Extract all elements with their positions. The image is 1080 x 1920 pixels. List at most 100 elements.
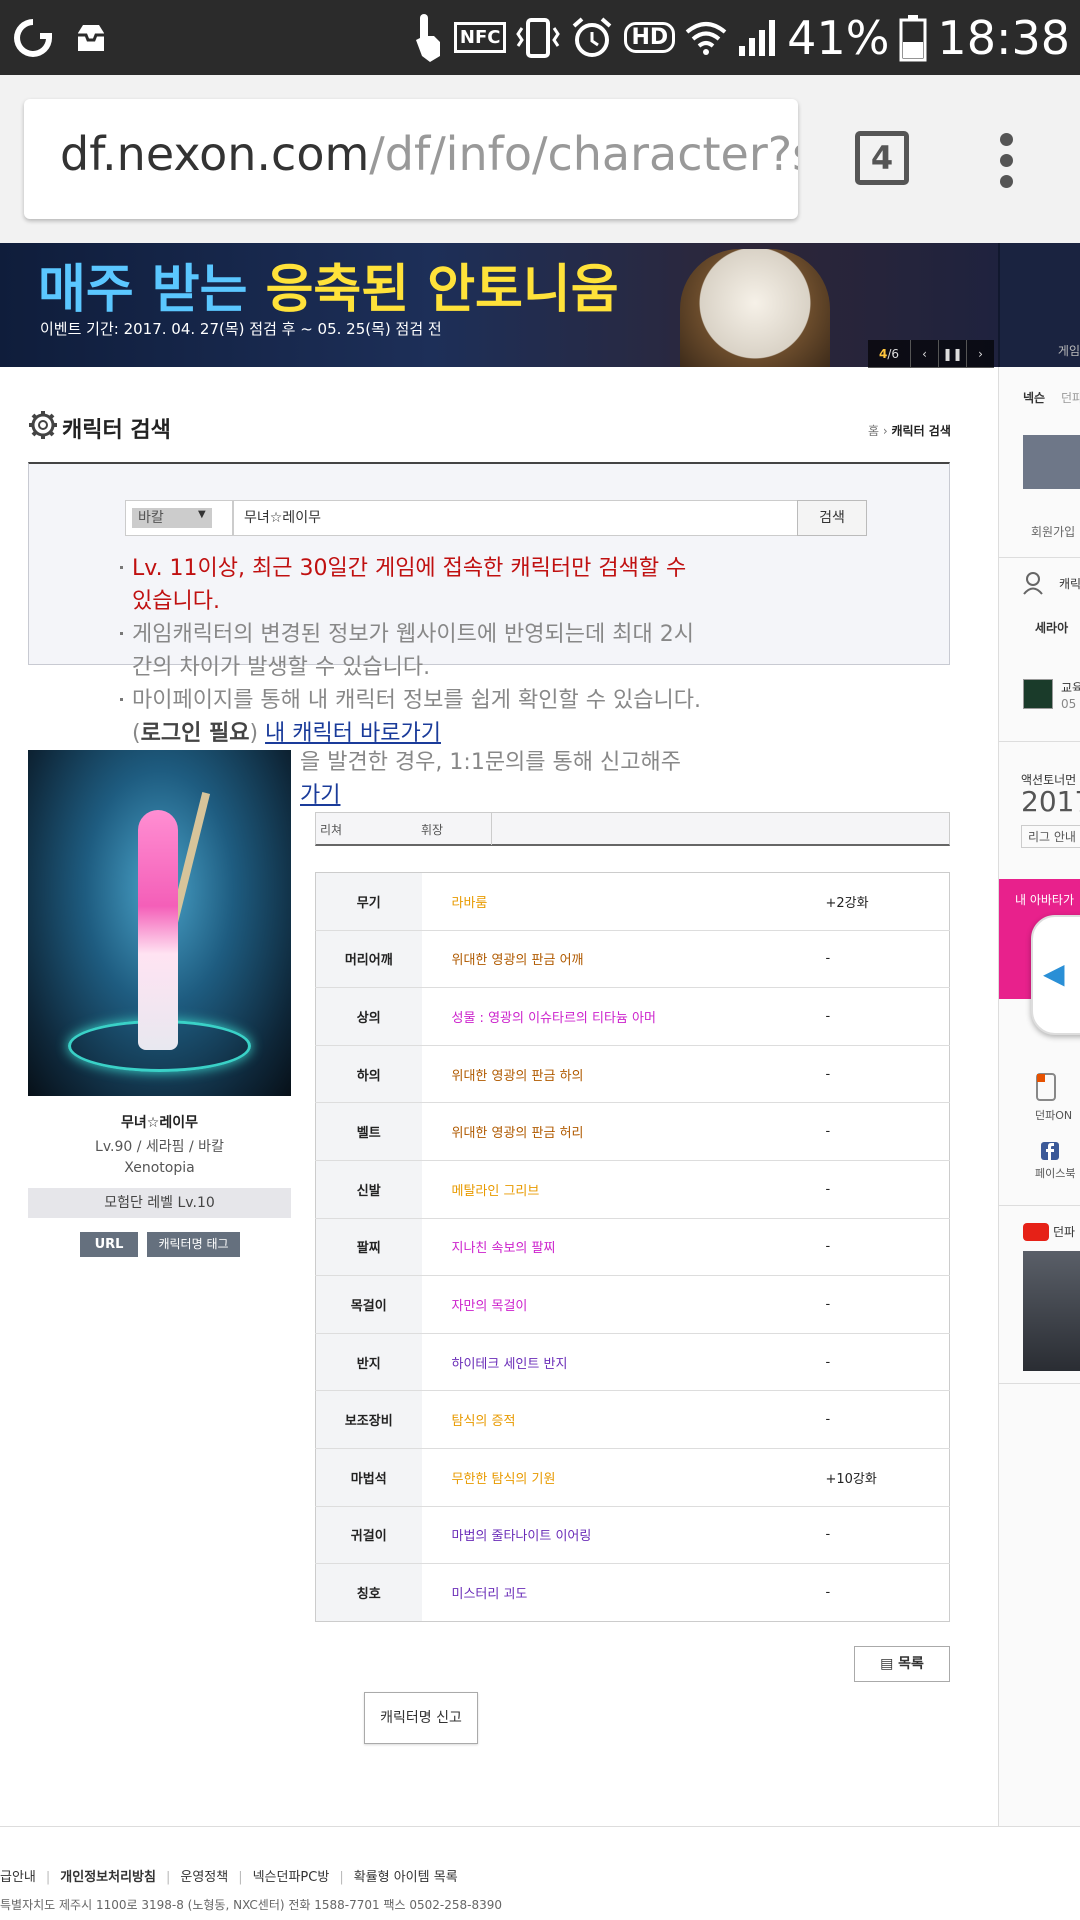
sidebar-character[interactable]: 캐릭 (1059, 575, 1080, 592)
footer-link[interactable]: 운영정책 (180, 1870, 228, 1885)
equipment-item[interactable]: 위대한 영광의 판금 허리 (421, 1102, 822, 1161)
equipment-enhance: - (821, 1044, 950, 1103)
tab-emblem[interactable]: 휘장 (421, 821, 443, 838)
equipment-item[interactable]: 메탈라인 그리브 (421, 1159, 822, 1219)
character-guild: Xenotopia (124, 1160, 195, 1176)
banner-side[interactable]: 게임 (998, 243, 1080, 367)
note-item-partial: 을 발견한 경우, 1:1문의를 통해 신고해주 가기 (300, 750, 681, 808)
footer-link[interactable]: 개인정보처리방침 (60, 1870, 156, 1885)
banner-subtitle: 이벤트 기간: 2017. 04. 27(목) 점검 후 ~ 05. 25(목)… (40, 320, 442, 338)
character-search-icon (1023, 572, 1043, 595)
equipment-item[interactable]: 위대한 영광의 판금 어깨 (421, 929, 822, 988)
breadcrumb-home[interactable]: 홈 (868, 424, 879, 438)
clock: 18:38 (937, 10, 1070, 65)
breadcrumb: 홈 › 캐릭터 검색 (868, 424, 951, 438)
server-select[interactable]: 바칼 ▼ (125, 500, 233, 536)
equipment-enhance: - (821, 1332, 950, 1391)
sidebar-nexon[interactable]: 넥슨 (1023, 389, 1045, 406)
floating-panel-tab[interactable]: ◀ (1031, 915, 1080, 1035)
tab-divider (491, 813, 492, 845)
equipment-enhance: - (821, 1563, 950, 1622)
equipment-item[interactable]: 미스터리 괴도 (421, 1563, 822, 1622)
equipment-item[interactable]: 무한한 탐식의 기원 (421, 1447, 822, 1507)
footer-link[interactable]: 확률형 아이템 목록 (354, 1870, 458, 1885)
prev-arrow-icon[interactable]: ‹ (910, 340, 938, 368)
sidebar-edu[interactable]: 교육 (1061, 679, 1080, 696)
footer-link[interactable]: 급안내 (0, 1870, 36, 1885)
equipment-item[interactable]: 하이테크 세인트 반지 (421, 1332, 822, 1391)
league-info-link[interactable]: 리그 안내 (1021, 825, 1080, 848)
report-name-button[interactable]: 캐릭터명 신고 (364, 1692, 478, 1744)
pause-icon[interactable]: ❚❚ (938, 340, 966, 368)
inquiry-link[interactable]: 가기 (300, 783, 340, 808)
equipment-item[interactable]: 지나친 속보의 팔찌 (421, 1217, 822, 1276)
url-button[interactable]: URL (80, 1232, 138, 1257)
equipment-row: 반지 하이테크 세인트 반지 - (315, 1332, 950, 1391)
facebook-icon (1041, 1142, 1059, 1160)
battery-percent: 41% (787, 10, 890, 65)
equipment-enhance: - (821, 1390, 950, 1449)
footer-link[interactable]: 넥슨던파PC방 (253, 1870, 330, 1885)
address-bar[interactable]: df.nexon.com/df/info/character?s (24, 99, 798, 219)
touch-icon (415, 13, 440, 62)
equipment-slot: 목걸이 (315, 1275, 422, 1334)
equipment-enhance: +10강화 (821, 1447, 950, 1507)
character-search-input[interactable]: 무녀☆레이무 (233, 500, 799, 536)
equipment-slot: 칭호 (315, 1563, 422, 1622)
hd-icon: HD (624, 22, 676, 53)
equipment-row: 머리어깨 위대한 영광의 판금 어깨 - (315, 929, 950, 988)
equipment-item[interactable]: 마법의 줄타나이트 이어링 (421, 1505, 822, 1564)
sidebar-dunfa[interactable]: 던파 (1061, 389, 1080, 406)
footer-separator: | (238, 1870, 243, 1885)
my-character-link[interactable]: 내 캐릭터 바로가기 (265, 721, 441, 746)
equipment-enhance: - (821, 1159, 950, 1219)
equipment-slot: 반지 (315, 1332, 422, 1391)
nfc-icon: NFC (453, 22, 507, 53)
equipment-enhance: +2강화 (825, 895, 869, 911)
footer-separator: | (339, 1870, 344, 1885)
equipment-item[interactable]: 위대한 영광의 판금 하의 (421, 1044, 822, 1103)
equipment-row: 귀걸이 마법의 줄타나이트 이어링 - (315, 1505, 950, 1564)
equipment-slot: 상의 (315, 987, 422, 1046)
equipment-item[interactable]: 라바룸 (422, 873, 822, 931)
mobile-icon (1036, 1073, 1056, 1101)
status-bar: NFC HD 41% 18:38 (0, 0, 1080, 75)
banner-controls: 4/6 ‹ ❚❚ › (868, 340, 994, 368)
right-sidebar: 넥슨 던파 회원가입 캐릭 세라아 교육 05 액션토너먼 2017 리그 안내… (998, 367, 1080, 1827)
banner-pager: 4/6 (878, 347, 900, 361)
overflow-menu-icon[interactable] (1000, 133, 1014, 196)
sidebar-serapim: 세라아 (1035, 621, 1069, 635)
equipment-row: 칭호 미스터리 괴도 - (315, 1563, 950, 1622)
signup-link[interactable]: 회원가입 (1031, 523, 1075, 540)
equipment-slot: 신발 (315, 1159, 422, 1219)
youtube-label: 던파 (1053, 1225, 1076, 1239)
search-button[interactable]: 검색 (797, 500, 867, 536)
equipment-slot: 보조장비 (315, 1390, 422, 1449)
footer-separator: | (45, 1870, 51, 1885)
adventure-level: 모험단 레벨 Lv.10 (28, 1188, 291, 1218)
equipment-enhance: - (821, 1505, 950, 1564)
tab-partial[interactable]: 리쳐 (320, 821, 342, 838)
equipment-slot: 귀걸이 (315, 1505, 422, 1564)
page-title: 캐릭터 검색 (62, 418, 171, 443)
sidebar-edu-sub: 05 (1061, 697, 1077, 711)
next-arrow-icon[interactable]: › (966, 340, 994, 368)
equipment-item[interactable]: 성물 : 영광의 이슈타르의 티타늄 아머 (421, 987, 822, 1046)
dunfa-on-link[interactable]: 던파ON (1035, 1107, 1072, 1123)
tab-switcher-button[interactable]: 4 (855, 131, 909, 185)
equipment-row: 목걸이 자만의 목걸이 - (315, 1275, 950, 1334)
vibrate-icon (516, 17, 561, 58)
equipment-slot: 마법석 (315, 1447, 422, 1507)
battery-icon (899, 14, 927, 61)
login-button[interactable] (1023, 435, 1080, 489)
name-tag-button[interactable]: 캐릭터명 태그 (147, 1232, 240, 1257)
facebook-link[interactable]: 페이스북 (1035, 1165, 1075, 1181)
inbox-icon (78, 24, 104, 51)
equipment-item[interactable]: 탐식의 증적 (421, 1390, 822, 1449)
video-thumbnail[interactable] (1023, 1251, 1080, 1371)
list-button[interactable]: ▤ 목록 (854, 1646, 950, 1682)
collapse-left-icon: ◀ (1043, 957, 1065, 990)
url-text: df.nexon.com/df/info/character?s (60, 127, 798, 181)
equipment-slot: 벨트 (315, 1102, 422, 1161)
equipment-item[interactable]: 자만의 목걸이 (421, 1275, 822, 1334)
